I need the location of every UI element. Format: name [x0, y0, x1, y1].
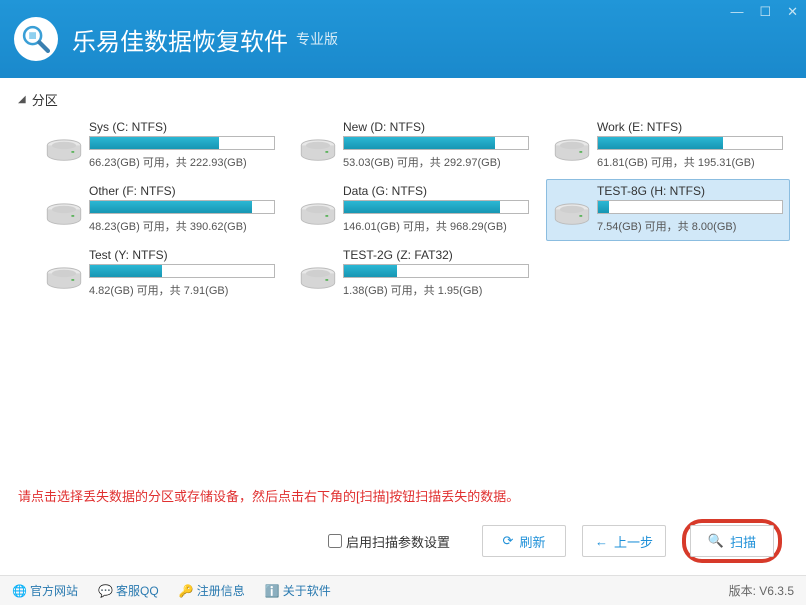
- partition-item[interactable]: New (D: NTFS) 53.03(GB) 可用，共 292.97(GB): [292, 115, 536, 177]
- partition-item[interactable]: TEST-8G (H: NTFS) 7.54(GB) 可用，共 8.00(GB): [546, 179, 790, 241]
- chat-icon: 💬: [98, 584, 112, 598]
- hdd-icon: [553, 136, 591, 170]
- partition-info: 7.54(GB) 可用，共 8.00(GB): [597, 218, 783, 234]
- close-icon[interactable]: ✕: [787, 4, 798, 20]
- hdd-icon: [45, 136, 83, 170]
- footer-qq-link[interactable]: 💬 客服QQ: [98, 582, 159, 599]
- hdd-icon: [299, 136, 337, 170]
- version-label: 版本: V6.3.5: [729, 582, 794, 599]
- globe-icon: 🌐: [12, 584, 26, 598]
- partition-label: TEST-8G (H: NTFS): [597, 184, 783, 198]
- prev-button[interactable]: ← 上一步: [582, 525, 666, 557]
- scan-button[interactable]: 🔍 扫描: [690, 525, 774, 557]
- partition-label: Other (F: NTFS): [89, 184, 275, 198]
- usage-bar: [343, 136, 529, 150]
- hint-text: 请点击选择丢失数据的分区或存储设备，然后点击右下角的[扫描]按钮扫描丢失的数据。: [16, 478, 790, 515]
- search-icon: 🔍: [708, 533, 724, 549]
- hdd-icon: [553, 200, 591, 234]
- section-partitions-header[interactable]: ◢ 分区: [16, 90, 790, 109]
- key-icon: 🔑: [179, 584, 193, 598]
- refresh-icon: ⟳: [503, 533, 514, 549]
- usage-bar: [89, 264, 275, 278]
- partition-info: 4.82(GB) 可用，共 7.91(GB): [89, 282, 275, 298]
- scan-highlight: 🔍 扫描: [682, 519, 782, 563]
- partition-info: 48.23(GB) 可用，共 390.62(GB): [89, 218, 275, 234]
- app-edition: 专业版: [296, 29, 338, 49]
- action-row: 启用扫描参数设置 ⟳ 刷新 ← 上一步 🔍 扫描: [16, 515, 790, 575]
- hdd-icon: [299, 264, 337, 298]
- enable-scan-params-input[interactable]: [328, 534, 342, 548]
- partition-label: TEST-2G (Z: FAT32): [343, 248, 529, 262]
- partition-label: Data (G: NTFS): [343, 184, 529, 198]
- partition-label: Sys (C: NTFS): [89, 120, 275, 134]
- hdd-icon: [299, 200, 337, 234]
- partition-item[interactable]: Work (E: NTFS) 61.81(GB) 可用，共 195.31(GB): [546, 115, 790, 177]
- titlebar: 乐易佳数据恢复软件 专业版 — ☐ ✕: [0, 0, 806, 78]
- partition-item[interactable]: Sys (C: NTFS) 66.23(GB) 可用，共 222.93(GB): [38, 115, 282, 177]
- usage-bar: [343, 200, 529, 214]
- info-icon: ℹ️: [265, 584, 279, 598]
- partition-label: New (D: NTFS): [343, 120, 529, 134]
- partition-item[interactable]: TEST-2G (Z: FAT32) 1.38(GB) 可用，共 1.95(GB): [292, 243, 536, 305]
- section-label: 分区: [32, 90, 58, 109]
- partition-label: Work (E: NTFS): [597, 120, 783, 134]
- partition-item[interactable]: Other (F: NTFS) 48.23(GB) 可用，共 390.62(GB): [38, 179, 282, 241]
- partition-info: 66.23(GB) 可用，共 222.93(GB): [89, 154, 275, 170]
- footer-about-link[interactable]: ℹ️ 关于软件: [265, 582, 331, 599]
- enable-scan-params-checkbox[interactable]: 启用扫描参数设置: [328, 532, 450, 551]
- app-logo-icon: [14, 17, 58, 61]
- partition-item[interactable]: Data (G: NTFS) 146.01(GB) 可用，共 968.29(GB): [292, 179, 536, 241]
- hdd-icon: [45, 264, 83, 298]
- partition-item[interactable]: Test (Y: NTFS) 4.82(GB) 可用，共 7.91(GB): [38, 243, 282, 305]
- partition-info: 53.03(GB) 可用，共 292.97(GB): [343, 154, 529, 170]
- hdd-icon: [45, 200, 83, 234]
- footer: 🌐 官方网站 💬 客服QQ 🔑 注册信息 ℹ️ 关于软件 版本: V6.3.5: [0, 575, 806, 605]
- refresh-button[interactable]: ⟳ 刷新: [482, 525, 566, 557]
- partition-info: 1.38(GB) 可用，共 1.95(GB): [343, 282, 529, 298]
- footer-register-link[interactable]: 🔑 注册信息: [179, 582, 245, 599]
- collapse-icon: ◢: [18, 94, 26, 105]
- partition-label: Test (Y: NTFS): [89, 248, 275, 262]
- minimize-icon[interactable]: —: [730, 4, 743, 20]
- usage-bar: [89, 200, 275, 214]
- usage-bar: [89, 136, 275, 150]
- arrow-left-icon: ←: [595, 534, 608, 549]
- footer-site-link[interactable]: 🌐 官方网站: [12, 582, 78, 599]
- app-title: 乐易佳数据恢复软件: [72, 22, 288, 57]
- maximize-icon[interactable]: ☐: [759, 4, 771, 20]
- usage-bar: [343, 264, 529, 278]
- partition-info: 61.81(GB) 可用，共 195.31(GB): [597, 154, 783, 170]
- usage-bar: [597, 136, 783, 150]
- usage-bar: [597, 200, 783, 214]
- partition-info: 146.01(GB) 可用，共 968.29(GB): [343, 218, 529, 234]
- partition-grid: Sys (C: NTFS) 66.23(GB) 可用，共 222.93(GB) Ne…: [16, 115, 790, 305]
